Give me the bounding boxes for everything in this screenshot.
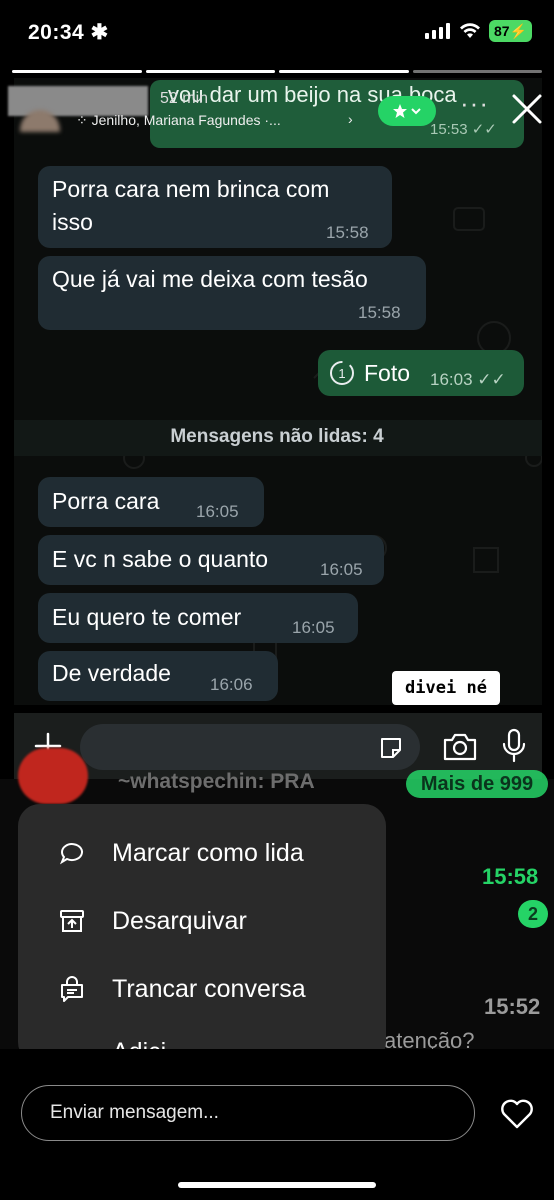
view-once-digit: 1 [338, 366, 345, 381]
chat-list-name: ~whatspechin: PRA [118, 770, 315, 793]
chevron-down-icon [411, 108, 421, 115]
camera-icon[interactable] [442, 732, 478, 762]
message-time: 16:05 [320, 560, 363, 579]
message-text: Que já vai me deixa com tesão [52, 266, 368, 292]
story-elapsed: 52 min [160, 90, 209, 107]
unread-badge: 2 [518, 900, 548, 928]
story-segment [279, 70, 409, 73]
story-progress [12, 70, 542, 73]
home-indicator[interactable] [178, 1182, 376, 1188]
microphone-icon[interactable] [500, 728, 528, 764]
star-button[interactable] [378, 96, 436, 126]
unread-divider-text: Mensagens não lidas: 4 [170, 426, 384, 447]
story-audience[interactable]: ⁘ Jenilho, Mariana Fagundes ·... [76, 112, 281, 129]
signal-icon [424, 23, 450, 39]
menu-item-unarchive[interactable]: Desarquivar [18, 888, 386, 954]
story-segment [412, 70, 542, 73]
charging-icon: ⚡ [509, 23, 527, 39]
asterisk-icon: ✱ [90, 21, 109, 44]
time-label: 15:53 [430, 121, 468, 138]
chat-bubble-icon [59, 843, 83, 865]
unread-badge: Mais de 999 [406, 770, 548, 798]
send-message-placeholder: Enviar mensagem... [50, 1102, 219, 1123]
message-time: 16:03 ✓✓ [430, 370, 506, 390]
message-text: Eu quero te comer [52, 604, 242, 630]
double-check-icon: ✓✓ [471, 121, 497, 138]
sticker-icon[interactable] [378, 735, 404, 761]
message-text: isso [52, 209, 93, 235]
more-options-icon[interactable]: ··· [460, 88, 489, 119]
chevron-right-icon[interactable]: › [348, 111, 353, 127]
star-icon [393, 104, 407, 118]
menu-item-label: Desarquivar [112, 907, 247, 935]
message-time: 15:58 [358, 303, 401, 322]
story-text-sticker[interactable]: divei né [392, 671, 500, 705]
message-time: 15:53 ✓✓ [430, 120, 497, 138]
menu-item-mark-read[interactable]: Marcar como lida [18, 820, 386, 886]
time-text: 20:34 [28, 21, 85, 44]
message-time: 16:05 [292, 618, 335, 637]
lock-chat-icon [61, 976, 83, 1002]
audience-names: Jenilho, Mariana Fagundes ·... [91, 112, 281, 128]
heart-icon[interactable] [500, 1098, 534, 1130]
battery-indicator: 87⚡ [488, 20, 532, 42]
menu-item-lock-chat[interactable]: Trancar conversa [18, 956, 386, 1022]
message-text: Porra cara [52, 488, 160, 514]
menu-item-label: Trancar conversa [112, 975, 306, 1003]
message-text: De verdade [52, 660, 171, 686]
story-segment [12, 70, 142, 73]
battery-level: 87 [493, 23, 510, 39]
view-once-icon: 1 [330, 361, 354, 385]
status-bar: 20:34 ✱ 87⚡ [0, 0, 554, 62]
time-label: 16:03 [430, 370, 473, 389]
double-check-icon: ✓✓ [477, 370, 506, 389]
close-icon[interactable] [510, 92, 544, 126]
message-input[interactable] [80, 724, 420, 770]
message-text: Foto [364, 360, 411, 386]
status-time: 20:34 ✱ [28, 20, 109, 45]
avatar [18, 748, 88, 804]
message-time: 16:06 [210, 675, 253, 694]
message-text: E vc n sabe o quanto [52, 546, 269, 572]
menu-item-label: Marcar como lida [112, 839, 304, 867]
message-time: 15:58 [326, 223, 369, 242]
message-text: Porra cara nem brinca com [52, 176, 330, 202]
wifi-icon [459, 23, 480, 38]
chat-list-time: 15:58 [482, 864, 539, 889]
context-menu: Marcar como lida Desarquivar Trancar con… [18, 804, 386, 1064]
chat-list-time: 15:52 [484, 994, 541, 1019]
status-icons: 87⚡ [424, 20, 532, 42]
story-segment [145, 70, 275, 73]
unarchive-icon [60, 910, 84, 932]
audience-icon: ⁘ [76, 112, 88, 128]
message-time: 16:05 [196, 502, 239, 521]
